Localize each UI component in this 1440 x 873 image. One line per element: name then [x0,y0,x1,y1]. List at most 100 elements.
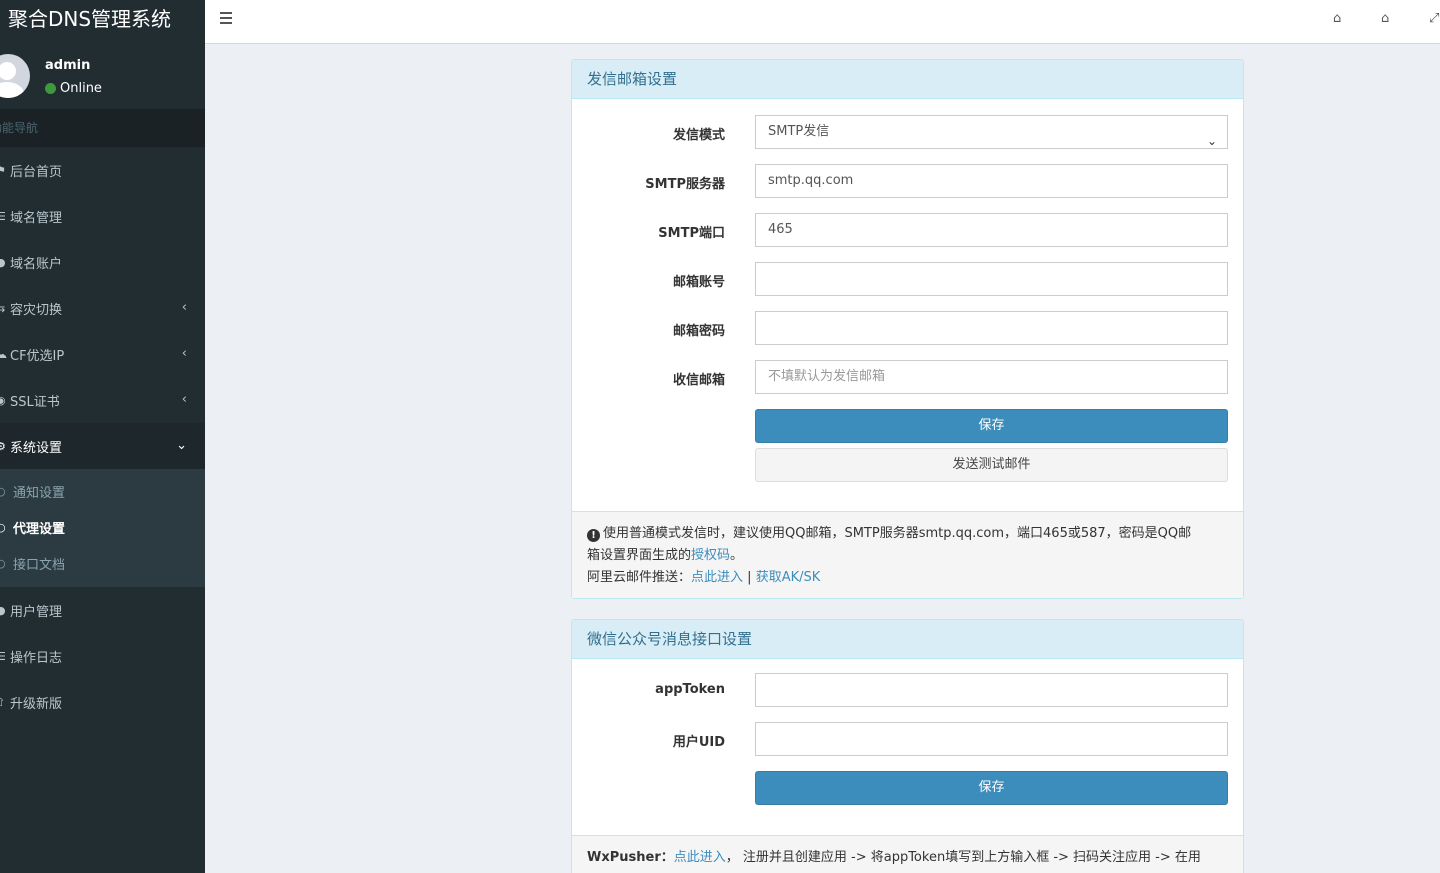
cloud-icon: ☁ [0,347,7,361]
form-row-mode: 发信模式 SMTP发信 ⌄ [572,115,1243,149]
sidebar-item-label: 域名管理 [10,210,63,226]
sidebar-item-upgrade[interactable]: ⇧ 升级新版 [0,679,205,725]
send-test-mail-button[interactable]: 发送测试邮件 [755,448,1228,482]
sidebar-subitem-api-docs[interactable]: ○ 接口文档 [0,545,205,581]
aliyun-prefix: 阿里云邮件推送： [587,570,692,585]
mail-tip-line1: ! 使用普通模式发信时，建议使用QQ邮箱，SMTP服务器smtp.qq.com，端… [587,523,1228,545]
cogs-icon: ⚙ [0,439,6,453]
mail-mode-select[interactable]: SMTP发信 ⌄ [755,115,1228,149]
sidebar-item-label: 系统设置 [10,440,63,456]
user-status-label: Online [60,81,102,96]
chevron-left-icon: ‹ [181,300,187,315]
wxpusher-text: ， 注册并且创建应用 -> 将appToken填写到上方输入框 -> 扫码关注应… [725,850,1201,865]
wechat-settings-footer: WxPusher：点此进入， 注册并且创建应用 -> 将appToken填写到上… [572,835,1243,873]
circle-icon: ○ [0,520,6,534]
list-icon: ☰ [0,209,6,223]
aliyun-line: 阿里云邮件推送：点此进入 | 获取AK/SK [587,567,1228,589]
system-settings-submenu: ○ 通知设置 ○ 代理设置 ○ 接口文档 [0,469,205,587]
sidebar-item-domains[interactable]: ☰ 域名管理 [0,193,205,239]
form-row-receiver: 收信邮箱 不填默认为发信邮箱 [572,360,1243,394]
sidebar-subitem-label: 通知设置 [13,485,66,501]
sidebar-item-dashboard[interactable]: ⚑ 后台首页 [0,147,205,193]
menu-toggle-icon[interactable] [220,12,232,24]
sidebar-item-failover[interactable]: ⇆ 容灾切换 ‹ [0,285,205,331]
account-label: 邮箱账号 [672,275,725,290]
sidebar-item-logs[interactable]: ☰ 操作日志 [0,633,205,679]
sidebar-subitem-proxy-settings[interactable]: ○ 代理设置 [0,509,205,545]
sidebar-item-label: 后台首页 [10,164,63,180]
form-row-server: SMTP服务器 smtp.qq.com [572,164,1243,198]
user-status: Online [45,81,102,96]
uid-input[interactable] [755,722,1228,756]
home-icon[interactable]: ⌂ [1333,11,1341,26]
wechat-settings-panel: 微信公众号消息接口设置 appToken 用户UID 保存 WxPusher：点… [571,619,1244,873]
password-label: 邮箱密码 [672,324,725,339]
receiver-label: 收信邮箱 [672,373,725,388]
info-circle-icon: ! [587,529,600,542]
sidebar-item-domain-accounts[interactable]: ● 域名账户 [0,239,205,285]
mail-tip-text1: 使用普通模式发信时，建议使用QQ邮箱，SMTP服务器smtp.qq.com，端口… [603,526,1192,541]
wechat-settings-title: 微信公众号消息接口设置 [572,620,1243,659]
server-label: SMTP服务器 [645,177,725,192]
app-title[interactable]: 聚合DNS管理系统 [0,0,205,44]
sidebar-subitem-label: 代理设置 [13,521,66,537]
wxpusher-prefix: WxPusher： [587,850,674,865]
sidebar-item-system-settings[interactable]: ⚙ 系统设置 ⌄ [0,423,205,469]
online-dot-icon [45,83,56,94]
top-navbar: ⌂ ⌂ ⤢ [205,0,1440,44]
switch-icon: ⇆ [0,301,6,315]
save-mail-button[interactable]: 保存 [755,409,1228,443]
chevron-left-icon: ‹ [181,346,187,361]
port-label: SMTP端口 [658,226,725,241]
sidebar-subitem-notify-settings[interactable]: ○ 通知设置 [0,473,205,509]
user-panel: admin Online [0,44,205,109]
form-row-account: 邮箱账号 [572,262,1243,296]
mail-tip-text2: 箱设置界面生成的 [587,548,692,563]
form-row-uid: 用户UID [572,722,1243,756]
link-separator: | [743,570,756,585]
mail-mode-value: SMTP发信 [768,124,830,139]
certificate-icon: ◉ [0,393,6,407]
save-wechat-button[interactable]: 保存 [755,771,1228,805]
sidebar-subitem-label: 接口文档 [13,557,66,573]
smtp-server-input[interactable]: smtp.qq.com [755,164,1228,198]
form-row-port: SMTP端口 465 [572,213,1243,247]
aliyun-enter-link[interactable]: 点此进入 [691,570,743,585]
home-icon[interactable]: ⌂ [1381,11,1389,26]
sidebar: 聚合DNS管理系统 admin Online 功能导航 ⚑ 后台首页 ☰ 域名管… [0,0,205,873]
mail-account-input[interactable] [755,262,1228,296]
circle-icon: ○ [0,556,6,570]
mode-label: 发信模式 [672,128,725,143]
mail-tip-text3: 。 [730,548,744,563]
receiver-email-input[interactable]: 不填默认为发信邮箱 [755,360,1228,394]
avatar [0,54,30,98]
upload-icon: ⇧ [0,695,6,709]
fullscreen-icon[interactable]: ⤢ [1429,11,1439,26]
get-aksk-link[interactable]: 获取AK/SK [756,570,821,585]
sidebar-item-label: SSL证书 [10,394,60,410]
uid-label: 用户UID [672,735,725,750]
mail-tip-line2: 箱设置界面生成的授权码。 [587,545,1228,567]
sidebar-item-label: 升级新版 [10,696,63,712]
nav-header: 功能导航 [0,109,205,147]
mail-settings-title: 发信邮箱设置 [572,60,1243,99]
wxpusher-enter-link[interactable]: 点此进入 [674,850,726,865]
sidebar-item-label: 操作日志 [10,650,63,666]
auth-code-link[interactable]: 授权码 [691,548,730,563]
apptoken-input[interactable] [755,673,1228,707]
mail-password-input[interactable] [755,311,1228,345]
mail-settings-footer: ! 使用普通模式发信时，建议使用QQ邮箱，SMTP服务器smtp.qq.com，端… [572,511,1243,598]
sidebar-item-users[interactable]: ● 用户管理 [0,587,205,633]
chevron-down-icon: ⌄ [176,438,187,453]
form-row-password: 邮箱密码 [572,311,1243,345]
sidebar-item-label: 用户管理 [10,604,63,620]
wxpusher-line: WxPusher：点此进入， 注册并且创建应用 -> 将appToken填写到上… [587,847,1228,869]
sidebar-item-cf-ip[interactable]: ☁ CF优选IP ‹ [0,331,205,377]
chevron-down-icon: ⌄ [1206,134,1217,148]
sidebar-item-ssl[interactable]: ◉ SSL证书 ‹ [0,377,205,423]
user-icon: ● [0,603,6,617]
circle-icon: ○ [0,484,6,498]
smtp-port-input[interactable]: 465 [755,213,1228,247]
user-name: admin [45,58,91,73]
user-icon: ● [0,255,6,269]
